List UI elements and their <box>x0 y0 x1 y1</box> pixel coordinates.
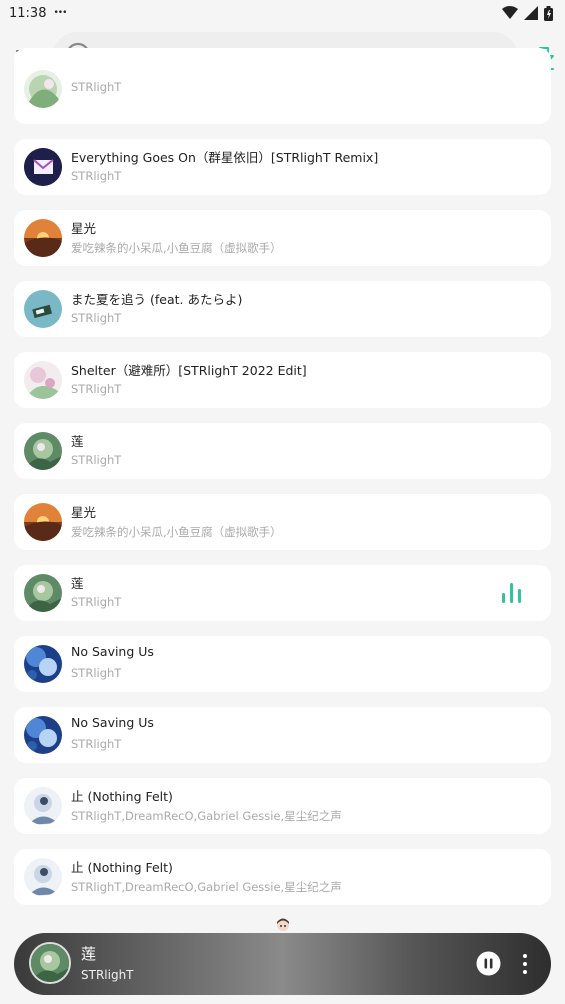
song-item[interactable]: 止 (Nothing Felt) STRlighT,DreamRecO,Gabr… <box>14 778 551 834</box>
song-artist: STRlighT,DreamRecO,Gabriel Gessie,星尘纪之声 <box>71 809 342 823</box>
song-title: 止 (Nothing Felt) <box>71 860 173 875</box>
song-artist: STRlighT <box>71 382 122 396</box>
wifi-icon <box>502 6 518 19</box>
mascot-icon <box>277 918 289 931</box>
album-art <box>24 361 62 399</box>
song-artist: 爱吃辣条的小呆瓜,小鱼豆腐（虚拟歌手） <box>71 525 282 539</box>
song-artist: STRlighT <box>71 453 122 467</box>
song-item[interactable]: Everything Goes On（群星依旧）[STRlighT Remix]… <box>14 139 551 195</box>
song-artist: STRlighT,DreamRecO,Gabriel Gessie,星尘纪之声 <box>71 880 342 894</box>
album-art <box>24 645 62 683</box>
song-artist: STRlighT <box>71 311 122 325</box>
notification-dots: ••• <box>53 8 67 18</box>
song-title: No Saving Us <box>71 644 154 659</box>
now-playing-icon <box>502 583 521 603</box>
song-item[interactable]: 星光 爱吃辣条的小呆瓜,小鱼豆腐（虚拟歌手） <box>14 494 551 550</box>
mini-player[interactable]: 莲 STRlighT <box>14 933 551 995</box>
song-artist: STRlighT <box>71 737 122 751</box>
player-artist: STRlighT <box>81 968 134 982</box>
pause-icon[interactable] <box>476 951 501 976</box>
song-title: No Saving Us <box>71 715 154 730</box>
song-item[interactable]: No Saving Us STRlighT <box>14 636 551 692</box>
more-options-icon[interactable] <box>518 951 532 977</box>
song-title: 莲 <box>71 576 84 591</box>
song-title: 星光 <box>71 221 97 236</box>
song-title: 莲 <box>71 434 84 449</box>
song-artist: STRlighT <box>71 169 122 183</box>
signal-icon <box>524 6 538 20</box>
status-bar: 11:38 ••• <box>0 0 565 26</box>
battery-icon <box>544 5 553 21</box>
song-title: 止 (Nothing Felt) <box>71 789 173 804</box>
song-item[interactable]: No Saving Us STRlighT <box>14 707 551 763</box>
song-item[interactable]: Shelter（避难所）[STRlighT 2022 Edit] STRligh… <box>14 352 551 408</box>
song-artist: STRlighT <box>71 666 122 680</box>
song-item[interactable]: 莲 STRlighT <box>14 423 551 479</box>
album-art <box>24 219 62 257</box>
album-art <box>24 70 62 108</box>
song-title: また夏を追う (feat. あたらよ) <box>71 292 243 307</box>
song-title: 星光 <box>71 505 97 520</box>
song-item[interactable]: 止 (Nothing Felt) STRlighT,DreamRecO,Gabr… <box>14 849 551 905</box>
album-art <box>24 503 62 541</box>
song-artist: 爱吃辣条的小呆瓜,小鱼豆腐（虚拟歌手） <box>71 241 282 255</box>
album-art <box>24 432 62 470</box>
player-title: 莲 <box>81 945 97 963</box>
song-item[interactable]: STRlighT <box>14 48 551 124</box>
song-item[interactable]: また夏を追う (feat. あたらよ) STRlighT <box>14 281 551 337</box>
player-album-art[interactable] <box>29 942 71 984</box>
album-art <box>24 858 62 896</box>
album-art <box>24 148 62 186</box>
album-art <box>24 574 62 612</box>
song-artist: STRlighT <box>71 595 122 609</box>
song-item[interactable]: 星光 爱吃辣条的小呆瓜,小鱼豆腐（虚拟歌手） <box>14 210 551 266</box>
album-art <box>24 787 62 825</box>
status-time: 11:38 <box>9 5 47 21</box>
song-title: Everything Goes On（群星依旧）[STRlighT Remix] <box>71 150 379 165</box>
song-artist: STRlighT <box>71 80 122 94</box>
song-item-playing[interactable]: 莲 STRlighT <box>14 565 551 621</box>
album-art <box>24 290 62 328</box>
song-title: Shelter（避难所）[STRlighT 2022 Edit] <box>71 363 307 378</box>
album-art <box>24 716 62 754</box>
